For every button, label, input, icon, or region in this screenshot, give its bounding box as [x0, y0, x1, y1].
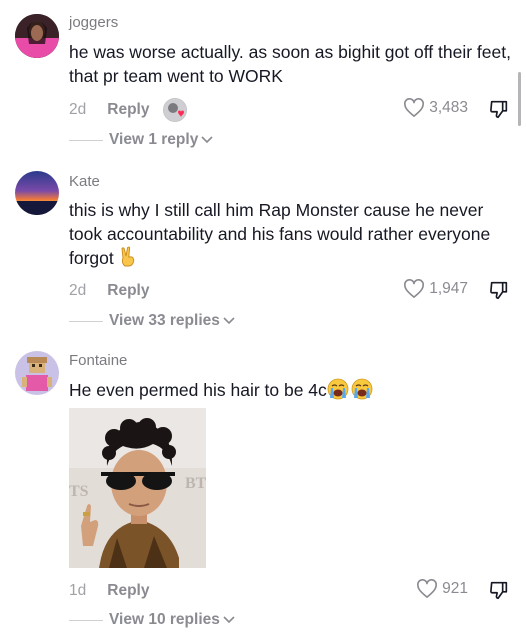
like-count: 3,483 [429, 99, 468, 116]
comment-text: this is why I still call him Rap Monster… [69, 198, 514, 274]
view-replies-label: View 1 reply [109, 131, 199, 148]
heart-icon [417, 579, 438, 598]
backdrop-text-left: TS [69, 483, 89, 500]
crying-face-emoji [327, 378, 349, 406]
thumbs-down-icon [490, 281, 508, 300]
divider-line [69, 619, 103, 621]
timestamp: 1d [69, 582, 87, 599]
crying-face-emoji [351, 378, 373, 406]
comment-text-body: He even permed his hair to be 4c [69, 380, 327, 400]
avatar-image [15, 14, 59, 58]
like-count: 1,947 [429, 280, 468, 297]
comment-text: He even permed his hair to be 4c [69, 378, 514, 406]
timestamp: 2d [69, 101, 87, 118]
chevron-down-icon [223, 616, 235, 624]
comment-meta: 2d Reply [69, 98, 188, 122]
view-replies-label: View 33 replies [109, 312, 220, 329]
avatar[interactable] [15, 14, 59, 58]
avatar-image [15, 171, 59, 215]
dislike-button[interactable] [488, 98, 510, 125]
timestamp: 2d [69, 282, 87, 299]
dislike-button[interactable] [488, 579, 510, 606]
like-button[interactable]: 921 [416, 579, 468, 599]
username[interactable]: Fontaine [69, 352, 127, 369]
backdrop-text-right: BT [185, 475, 206, 492]
replier-avatar[interactable] [163, 98, 188, 122]
reply-button[interactable]: Reply [107, 101, 149, 119]
creator-liked-icon [164, 99, 187, 121]
view-replies-label: View 10 replies [109, 611, 220, 628]
like-count: 921 [442, 580, 468, 597]
avatar-image [15, 351, 59, 395]
view-replies-button[interactable]: View 10 replies [69, 611, 235, 629]
heart-icon [404, 279, 425, 298]
divider-line [69, 139, 103, 141]
view-replies-button[interactable]: View 33 replies [69, 312, 235, 330]
avatar[interactable] [15, 351, 59, 395]
reply-button[interactable]: Reply [107, 582, 149, 600]
chevron-down-icon [223, 317, 235, 325]
avatar[interactable] [15, 171, 59, 215]
divider-line [69, 320, 103, 322]
heart-icon [404, 98, 425, 117]
comment-meta: 1d Reply [69, 581, 149, 601]
photo-image: TS BT [69, 408, 206, 568]
chevron-down-icon [201, 136, 213, 144]
victory-hand-emoji [119, 246, 139, 274]
scrollbar[interactable] [518, 72, 521, 126]
username[interactable]: Kate [69, 173, 100, 190]
comment-meta: 2d Reply [69, 281, 149, 301]
like-button[interactable]: 3,483 [403, 98, 468, 118]
username[interactable]: joggers [69, 14, 118, 31]
thumbs-down-icon [490, 100, 508, 119]
comment-text: he was worse actually. as soon as bighit… [69, 42, 511, 86]
like-button[interactable]: 1,947 [403, 279, 468, 299]
reply-button[interactable]: Reply [107, 282, 149, 300]
dislike-button[interactable] [488, 279, 510, 306]
view-replies-button[interactable]: View 1 reply [69, 131, 213, 149]
thumbs-down-icon [490, 581, 508, 600]
comment-photo[interactable]: TS BT [69, 408, 206, 568]
